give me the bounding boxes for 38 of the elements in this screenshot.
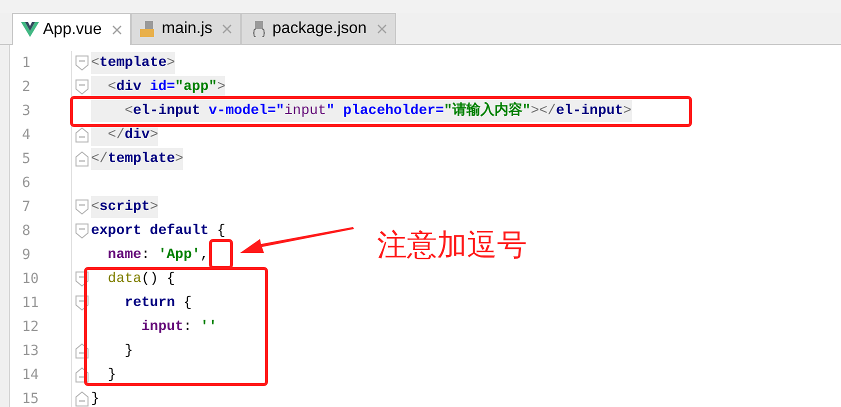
editor-tab[interactable]: package.json — [241, 13, 396, 44]
fold-marker-icon[interactable] — [74, 79, 88, 95]
editor-tab[interactable]: main.js — [130, 13, 242, 44]
line-number: 4 — [21, 126, 32, 144]
fold-marker-icon[interactable] — [74, 391, 88, 407]
close-icon[interactable] — [222, 24, 232, 34]
line-number: 13 — [21, 342, 40, 360]
fold-marker-icon[interactable] — [74, 199, 88, 215]
editor-tab[interactable]: App.vue — [12, 13, 131, 45]
line-number: 5 — [21, 150, 32, 168]
code-line: input: '' — [140, 318, 218, 337]
close-icon[interactable] — [376, 24, 387, 34]
line-number: 2 — [21, 78, 32, 96]
close-icon[interactable] — [112, 24, 122, 34]
line-number: 14 — [21, 366, 40, 384]
line-number: 3 — [21, 102, 32, 120]
line-number: 6 — [21, 174, 32, 192]
code-line: } — [91, 390, 100, 407]
code-line: return { — [124, 294, 192, 313]
fold-marker-icon[interactable] — [74, 223, 88, 239]
line-number: 7 — [21, 198, 32, 216]
code-line: name: 'App', — [106, 246, 209, 265]
line-number: 12 — [21, 318, 40, 336]
line-number: 1 — [21, 54, 32, 72]
line-number: 10 — [21, 270, 40, 288]
fold-marker-icon[interactable] — [74, 127, 88, 143]
line-number: 11 — [21, 294, 40, 312]
code-line: } — [106, 366, 116, 385]
line-number: 15 — [21, 390, 40, 407]
fold-marker-icon[interactable] — [74, 55, 88, 71]
code-line: data() { — [106, 270, 176, 289]
vue-logo-icon — [21, 22, 39, 37]
line-number: 8 — [21, 222, 32, 240]
annotation-text: 注意加逗号 — [377, 227, 527, 265]
code-line: } — [124, 342, 134, 361]
fold-marker-icon[interactable] — [74, 151, 88, 167]
line-number: 9 — [21, 246, 32, 264]
code-line: export default { — [91, 222, 226, 241]
